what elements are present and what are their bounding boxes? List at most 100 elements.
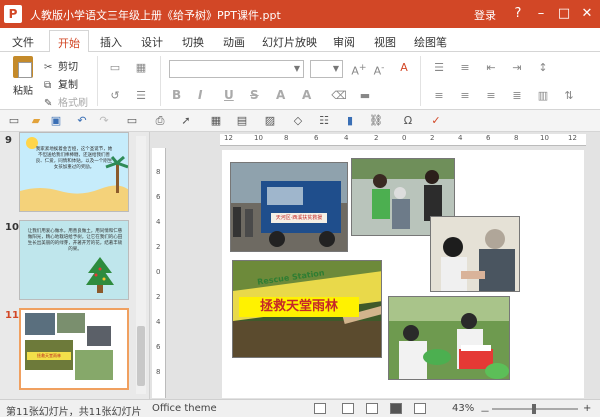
align-left-icon[interactable]: ≡ bbox=[430, 88, 448, 104]
thumbnail-scrollbar[interactable] bbox=[136, 136, 146, 394]
undo-icon[interactable]: ↶ bbox=[74, 113, 90, 129]
reset-icon[interactable]: ↺ bbox=[106, 88, 124, 104]
spell-check-icon[interactable]: ✓ bbox=[428, 113, 444, 129]
numbering-icon[interactable]: ≡ bbox=[456, 60, 474, 76]
decrease-indent-icon[interactable]: ⇤ bbox=[482, 60, 500, 76]
table-icon[interactable]: ▦ bbox=[208, 113, 224, 129]
close-icon[interactable]: ✕ bbox=[577, 4, 597, 24]
font-size-combo[interactable]: ▼ bbox=[310, 60, 343, 78]
ruler-tick: 4 bbox=[344, 134, 349, 142]
picture-icon[interactable]: ▨ bbox=[262, 113, 278, 129]
slide-thumbnail-10[interactable]: 让我们用爱心做水，用善良做土，用同情和仁慈做阳光，精心地栽培给予树，让它在我们的… bbox=[19, 220, 129, 300]
save-icon[interactable]: ▣ bbox=[48, 113, 64, 129]
shadow-button[interactable]: A bbox=[276, 88, 285, 102]
caring-photo[interactable] bbox=[430, 216, 520, 292]
horizontal-ruler: 12 10 8 6 4 2 0 2 4 6 8 10 12 bbox=[220, 134, 586, 146]
theme-name: Office theme bbox=[152, 403, 217, 414]
strikethrough-button[interactable]: S bbox=[250, 88, 259, 102]
thumb-photo bbox=[57, 313, 85, 333]
increase-indent-icon[interactable]: ⇥ bbox=[508, 60, 526, 76]
new-slide-icon[interactable]: ▭ bbox=[106, 60, 124, 76]
pointer-icon[interactable]: ➚ bbox=[178, 113, 194, 129]
chart-icon[interactable]: ▮ bbox=[342, 113, 358, 129]
underline-button[interactable]: U bbox=[224, 88, 234, 102]
grow-font-icon[interactable]: A+ bbox=[350, 60, 368, 78]
section-icon[interactable]: ☰ bbox=[132, 88, 150, 104]
rescue-banner-photo[interactable]: Rescue Station 拯救天堂雨林 bbox=[232, 260, 382, 358]
textbox-icon[interactable]: ▤ bbox=[234, 113, 250, 129]
new-file-icon[interactable]: ▭ bbox=[6, 113, 22, 129]
tab-review[interactable]: 审阅 bbox=[333, 34, 355, 50]
vegetables-photo[interactable] bbox=[388, 296, 510, 380]
print-icon[interactable]: ⎙ bbox=[152, 113, 168, 129]
ribbon-tab-bar: 文件 开始 插入 设计 切换 动画 幻灯片放映 审阅 视图 绘图笔 bbox=[0, 28, 600, 53]
zoom-in-button[interactable]: + bbox=[583, 403, 591, 414]
text-direction-icon[interactable]: ⇅ bbox=[560, 88, 578, 104]
thumb-photo bbox=[75, 350, 113, 380]
login-button[interactable]: 登录 bbox=[474, 7, 496, 23]
redo-icon[interactable]: ↷ bbox=[96, 113, 112, 129]
tab-insert[interactable]: 插入 bbox=[100, 34, 122, 50]
tab-drawing-pen[interactable]: 绘图笔 bbox=[414, 34, 447, 50]
truck-photo[interactable]: 天河区·西溪扶贫救援 bbox=[230, 162, 348, 252]
format-painter-button[interactable]: ✎ 格式刷 bbox=[44, 94, 88, 109]
tab-file[interactable]: 文件 bbox=[12, 34, 34, 50]
shapes-icon[interactable]: ◇ bbox=[290, 113, 306, 129]
shrink-font-icon[interactable]: A- bbox=[370, 60, 388, 78]
paste-icon bbox=[13, 56, 33, 78]
current-slide[interactable]: 天河区·西溪扶贫救援 Rescue Station 拯救天堂雨林 bbox=[222, 150, 584, 398]
divider bbox=[97, 56, 98, 106]
zoom-slider-handle[interactable] bbox=[532, 404, 536, 414]
align-center-icon[interactable]: ≡ bbox=[456, 88, 474, 104]
minimize-icon[interactable]: – bbox=[531, 4, 551, 24]
paste-button[interactable]: 粘贴 bbox=[8, 56, 38, 104]
scrollbar-thumb[interactable] bbox=[137, 326, 145, 386]
tab-animations[interactable]: 动画 bbox=[223, 34, 245, 50]
zoom-out-button[interactable]: － bbox=[480, 403, 490, 417]
open-folder-icon[interactable]: ▰ bbox=[28, 113, 44, 129]
sorter-view-icon[interactable] bbox=[390, 403, 402, 414]
align-right-icon[interactable]: ≡ bbox=[482, 88, 500, 104]
copy-button[interactable]: ⧉ 复制 bbox=[44, 76, 78, 91]
ruler-tick: 0 bbox=[402, 134, 407, 142]
slide-editor: 12 10 8 6 4 2 0 2 4 6 8 10 12 8 6 4 2 0 … bbox=[150, 132, 600, 399]
comments-icon[interactable] bbox=[342, 403, 354, 414]
layout-icon[interactable]: ▦ bbox=[132, 60, 150, 76]
tab-home[interactable]: 开始 bbox=[49, 30, 89, 53]
ruler-tick: 2 bbox=[374, 134, 379, 142]
font-color-icon[interactable]: A bbox=[395, 60, 413, 76]
reading-view-icon[interactable] bbox=[414, 403, 426, 414]
highlight-icon[interactable]: ▬ bbox=[356, 88, 374, 104]
line-spacing-icon[interactable]: ↕ bbox=[534, 60, 552, 76]
justify-icon[interactable]: ≣ bbox=[508, 88, 526, 104]
slide-thumbnail-11[interactable]: 拯救天堂雨林 bbox=[19, 308, 129, 390]
tab-design[interactable]: 设计 bbox=[141, 34, 163, 50]
slide-number: 10 bbox=[5, 222, 19, 233]
bullets-icon[interactable]: ☰ bbox=[430, 60, 448, 76]
zoom-level[interactable]: 43% bbox=[452, 403, 474, 414]
tab-slideshow[interactable]: 幻灯片放映 bbox=[262, 34, 317, 50]
banner-text: 拯救天堂雨林 bbox=[239, 297, 359, 317]
font-name-combo[interactable]: ▼ bbox=[169, 60, 304, 78]
tab-view[interactable]: 视图 bbox=[374, 34, 396, 50]
ruler-tick: 6 bbox=[156, 343, 161, 351]
symbol-icon[interactable]: Ω bbox=[400, 113, 416, 129]
bold-button[interactable]: B bbox=[172, 88, 181, 102]
scissors-icon: ✂ bbox=[44, 62, 53, 73]
smartart-icon[interactable]: ☷ bbox=[316, 113, 332, 129]
normal-view-icon[interactable] bbox=[366, 403, 378, 414]
thumb-photo bbox=[87, 326, 111, 346]
cut-button[interactable]: ✂ 剪切 bbox=[44, 58, 78, 73]
italic-button[interactable]: I bbox=[198, 88, 202, 102]
char-spacing-button[interactable]: A bbox=[302, 88, 311, 102]
maximize-icon[interactable]: □ bbox=[554, 4, 574, 24]
slideshow-icon[interactable]: ▭ bbox=[124, 113, 140, 129]
link-icon[interactable]: ⛓ bbox=[368, 113, 384, 129]
notes-view-icon[interactable] bbox=[314, 403, 326, 414]
columns-icon[interactable]: ▥ bbox=[534, 88, 552, 104]
slide-thumbnail-9[interactable]: 我家紧地挨着金吉娅，这个圣诞节，她不但送给我们棒棒糖，还送给我们善良、仁爱，同情… bbox=[19, 132, 129, 212]
help-icon[interactable]: ? bbox=[508, 4, 528, 24]
clear-format-icon[interactable]: ⌫ bbox=[330, 88, 348, 104]
tab-transitions[interactable]: 切换 bbox=[182, 34, 204, 50]
zoom-slider[interactable] bbox=[492, 404, 578, 414]
